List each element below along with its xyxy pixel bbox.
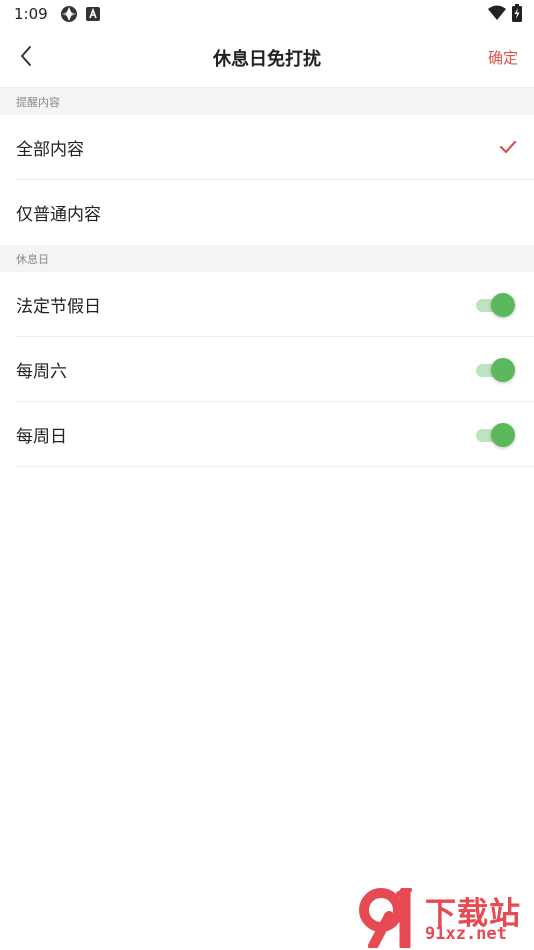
page-title: 休息日免打扰	[213, 49, 321, 70]
rest-day-label: 每周六	[16, 362, 67, 382]
watermark-url: 91xz.net	[425, 924, 507, 944]
option-all-content[interactable]: 全部内容	[0, 115, 534, 180]
option-label: 全部内容	[16, 140, 84, 160]
section-header-rest-days: 休息日	[0, 245, 534, 272]
rest-day-row-sunday: 每周日	[0, 402, 534, 467]
rest-day-row-saturday: 每周六	[0, 337, 534, 402]
toggle-thumb	[491, 293, 515, 317]
battery-charging-icon	[512, 4, 522, 26]
divider	[16, 466, 534, 467]
holidays-toggle[interactable]	[476, 293, 515, 317]
status-right-icons	[488, 4, 522, 26]
rest-day-label: 每周日	[16, 427, 67, 447]
toggle-thumb	[491, 358, 515, 382]
option-normal-content-only[interactable]: 仅普通内容	[0, 180, 534, 245]
watermark-logo-icon	[359, 886, 424, 950]
toggle-thumb	[491, 423, 515, 447]
status-time: 1:09	[14, 5, 48, 23]
app-header: 休息日免打扰 确定	[0, 28, 534, 88]
section-header-reminder-content: 提醒内容	[0, 88, 534, 115]
option-label: 仅普通内容	[16, 205, 101, 225]
checkmark-icon	[498, 137, 518, 157]
rest-day-label: 法定节假日	[16, 297, 101, 317]
sunday-toggle[interactable]	[476, 423, 515, 447]
confirm-button[interactable]: 确定	[488, 47, 518, 68]
app-a-icon	[85, 7, 100, 21]
watermark: 下载站 91xz.net	[359, 886, 534, 950]
wifi-icon	[488, 5, 506, 25]
rest-day-row-holidays: 法定节假日	[0, 272, 534, 337]
saturday-toggle[interactable]	[476, 358, 515, 382]
sync-icon	[60, 5, 78, 23]
status-bar: 1:09	[0, 0, 534, 28]
